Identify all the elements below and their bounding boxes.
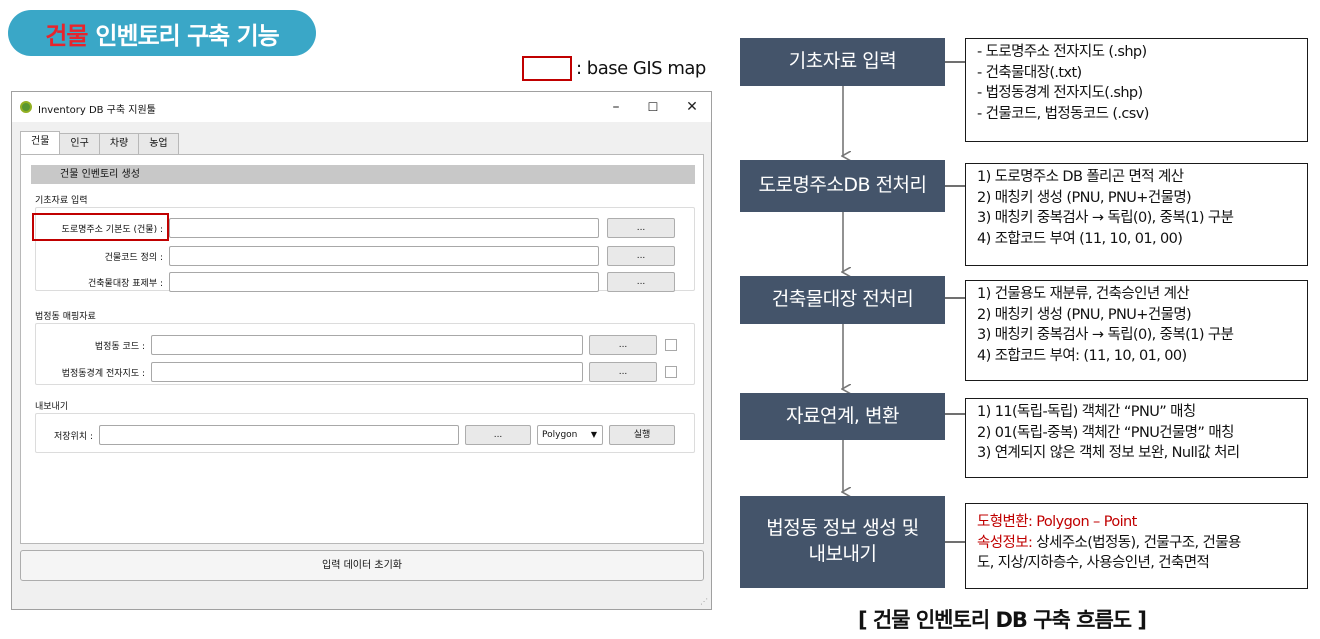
- flow-step-road-address: 도로명주소DB 전처리: [740, 160, 945, 212]
- desc-line: 4) 조합코드 부여: (11, 10, 01, 00): [977, 347, 1187, 364]
- flow-caption: [ 건물 인벤토리 DB 구축 흐름도 ]: [858, 608, 1147, 632]
- flow-desc-link-convert: 1) 11(독립-독립) 객체간 “PNU” 매칭 2) 01(독립-중복) 객…: [965, 398, 1308, 478]
- desc-line: 2) 01(독립-중복) 객체간 “PNU건물명” 매칭: [977, 424, 1234, 441]
- flow-desc-export: 도형변환: Polygon – Point 속성정보: 상세주소(법정동), 건…: [965, 503, 1308, 589]
- flow-step-building-register: 건축물대장 전처리: [740, 276, 945, 324]
- flow-step-link-convert: 자료연계, 변환: [740, 393, 945, 440]
- shape-conversion-label: 도형변환:: [977, 514, 1033, 530]
- desc-line: 속성정보: 상세주소(법정동), 건물구조, 건물용: [977, 533, 1299, 554]
- attribute-info-value: 상세주소(법정동), 건물구조, 건물용: [1032, 534, 1241, 551]
- flow-desc-building-register: 1) 건물용도 재분류, 건축승인년 계산 2) 매칭키 생성 (PNU, PN…: [965, 280, 1308, 381]
- desc-line: 3) 연계되지 않은 객체 정보 보완, Null값 처리: [977, 445, 1240, 461]
- desc-line: 2) 매칭키 생성 (PNU, PNU+건물명): [977, 306, 1192, 323]
- desc-line: - 도로명주소 전자지도 (.shp): [977, 44, 1147, 60]
- desc-line: 1) 도로명주소 DB 폴리곤 면적 계산: [977, 169, 1184, 185]
- shape-conversion-value: Polygon – Point: [1032, 514, 1137, 530]
- desc-line: 3) 매칭키 중복검사 → 독립(0), 중복(1) 구분: [977, 327, 1234, 343]
- attribute-info-label: 속성정보:: [977, 534, 1033, 551]
- desc-line: 1) 건물용도 재분류, 건축승인년 계산: [977, 286, 1190, 302]
- desc-line: 4) 조합코드 부여 (11, 10, 01, 00): [977, 230, 1183, 247]
- desc-line: - 법정동경계 전자지도(.shp): [977, 85, 1143, 101]
- flow-step-input: 기초자료 입력: [740, 38, 945, 86]
- flow-step-export: 법정동 정보 생성 및 내보내기: [740, 496, 945, 588]
- flow-desc-road-address: 1) 도로명주소 DB 폴리곤 면적 계산 2) 매칭키 생성 (PNU, PN…: [965, 163, 1308, 266]
- desc-line: - 건축물대장(.txt): [977, 64, 1082, 81]
- desc-line: 2) 매칭키 생성 (PNU, PNU+건물명): [977, 189, 1192, 206]
- desc-line: 3) 매칭키 중복검사 → 독립(0), 중복(1) 구분: [977, 210, 1234, 226]
- desc-line: - 건물코드, 법정동코드 (.csv): [977, 105, 1149, 122]
- desc-line: 1) 11(독립-독립) 객체간 “PNU” 매칭: [977, 404, 1196, 420]
- desc-line: 도, 지상/지하층수, 사용승인년, 건축면적: [977, 555, 1210, 571]
- flow-desc-input: - 도로명주소 전자지도 (.shp) - 건축물대장(.txt) - 법정동경…: [965, 38, 1308, 142]
- desc-line: 도형변환: Polygon – Point: [977, 512, 1299, 533]
